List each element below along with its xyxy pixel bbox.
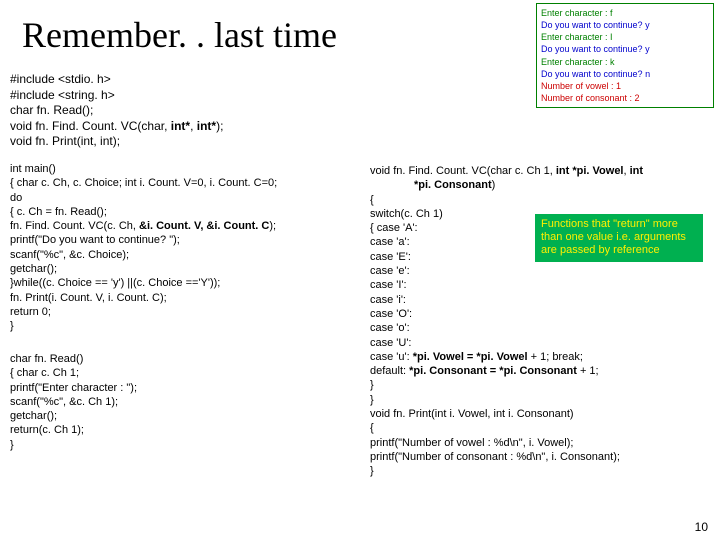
code-line: }	[370, 393, 720, 407]
code-line: #include <string. h>	[10, 88, 223, 104]
page-number: 10	[695, 520, 708, 534]
code-line: fn. Find. Count. VC(c. Ch, &i. Count. V,…	[10, 219, 277, 233]
code-line: do	[10, 191, 277, 205]
code-line: { char c. Ch, c. Choice; int i. Count. V…	[10, 176, 277, 190]
code-line: return 0;	[10, 305, 277, 319]
out-line: Number of consonant : 2	[541, 92, 709, 104]
code-line: void fn. Print(int, int);	[10, 134, 223, 150]
callout-box: Functions that "return" more than one va…	[535, 214, 703, 262]
code-line: }	[10, 319, 277, 333]
code-line: printf("Do you want to continue? ");	[10, 233, 277, 247]
code-line: { char c. Ch 1;	[10, 366, 137, 380]
code-line: char fn. Read()	[10, 352, 137, 366]
out-line: Do you want to continue? y	[541, 43, 709, 55]
out-line: Enter character : f	[541, 7, 709, 19]
out-line: Enter character : I	[541, 31, 709, 43]
code-line: case 'O':	[370, 307, 720, 321]
code-line: printf("Number of vowel : %d\n", i. Vowe…	[370, 436, 720, 450]
code-line: void fn. Find. Count. VC(char c. Ch 1, i…	[370, 164, 720, 178]
code-line: return(c. Ch 1);	[10, 423, 137, 437]
code-line: case 'U':	[370, 336, 720, 350]
code-line: printf("Enter character : ");	[10, 381, 137, 395]
code-line: fn. Print(i. Count. V, i. Count. C);	[10, 291, 277, 305]
slide-title: Remember. . last time	[22, 14, 337, 56]
code-line: case 'o':	[370, 321, 720, 335]
code-line: scanf("%c", &c. Choice);	[10, 248, 277, 262]
code-line: void fn. Find. Count. VC(char, int*, int…	[10, 119, 223, 135]
code-line: { c. Ch = fn. Read();	[10, 205, 277, 219]
main-function-block: int main() { char c. Ch, c. Choice; int …	[10, 162, 277, 334]
findcount-print-block: void fn. Find. Count. VC(char c. Ch 1, i…	[370, 164, 720, 479]
code-line: }	[10, 438, 137, 452]
out-line: Enter character : k	[541, 56, 709, 68]
code-line: }while((c. Choice == 'y') ||(c. Choice =…	[10, 276, 277, 290]
code-line: case 'u': *pi. Vowel = *pi. Vowel + 1; b…	[370, 350, 720, 364]
out-line: Number of vowel : 1	[541, 80, 709, 92]
code-line: case 'i':	[370, 293, 720, 307]
code-line: case 'e':	[370, 264, 720, 278]
code-line: default: *pi. Consonant = *pi. Consonant…	[370, 364, 720, 378]
declarations-block: #include <stdio. h> #include <string. h>…	[10, 72, 223, 150]
code-line: {	[370, 421, 720, 435]
code-line: getchar();	[10, 409, 137, 423]
code-line: printf("Number of consonant : %d\n", i. …	[370, 450, 720, 464]
code-line: void fn. Print(int i. Vowel, int i. Cons…	[370, 407, 720, 421]
code-line: case 'I':	[370, 278, 720, 292]
output-panel: Enter character : f Do you want to conti…	[536, 3, 714, 108]
code-line: {	[370, 193, 720, 207]
code-line: int main()	[10, 162, 277, 176]
read-function-block: char fn. Read() { char c. Ch 1; printf("…	[10, 352, 137, 452]
code-line: xxxxxxxx*pi. Consonant)	[370, 178, 720, 192]
code-line: #include <stdio. h>	[10, 72, 223, 88]
code-line: }	[370, 464, 720, 478]
code-line: }	[370, 378, 720, 392]
out-line: Do you want to continue? n	[541, 68, 709, 80]
code-line: scanf("%c", &c. Ch 1);	[10, 395, 137, 409]
code-line: getchar();	[10, 262, 277, 276]
out-line: Do you want to continue? y	[541, 19, 709, 31]
code-line: char fn. Read();	[10, 103, 223, 119]
